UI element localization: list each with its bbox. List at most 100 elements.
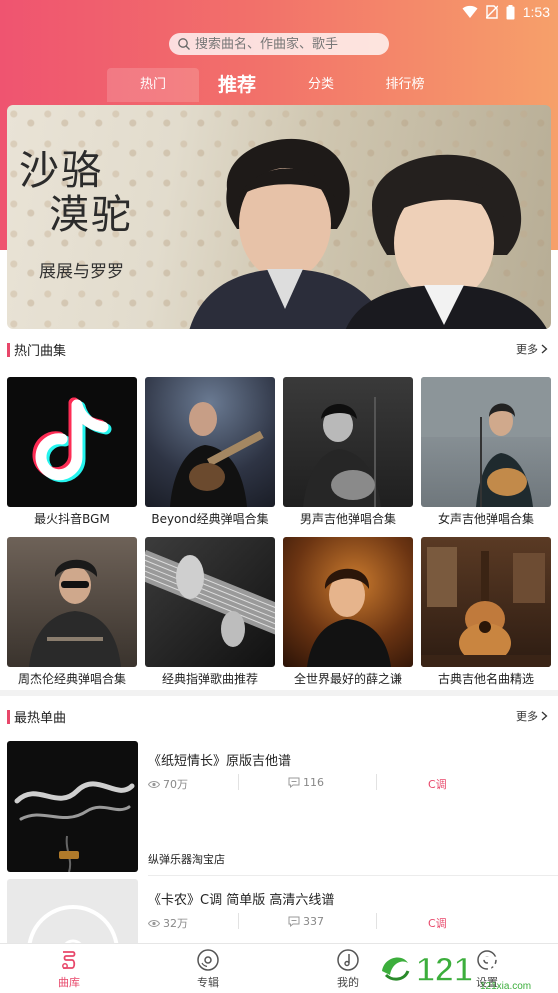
- collection-thumbnail: [283, 377, 413, 507]
- nav-label: 我的: [337, 976, 359, 989]
- banner-title-line1: 沙骆: [19, 148, 103, 194]
- tab-recommend[interactable]: 推荐: [210, 68, 264, 102]
- wifi-icon: [462, 5, 478, 18]
- nav-my[interactable]: 我的: [318, 948, 378, 990]
- more-link[interactable]: 更多: [516, 341, 548, 357]
- song-views-count: 32万: [163, 917, 188, 930]
- status-icons: 1:53: [462, 4, 550, 20]
- collection-thumbnail: [283, 537, 413, 667]
- fingerstyle-guitar-photo: [145, 549, 275, 647]
- eye-icon: [148, 919, 160, 927]
- banner-artist: 展展与罗罗: [39, 262, 124, 282]
- collection-card[interactable]: 男声吉他弹唱合集: [283, 377, 413, 527]
- my-icon: [337, 949, 359, 971]
- search-bar[interactable]: [169, 33, 389, 55]
- collection-label: Beyond经典弹唱合集: [151, 512, 269, 526]
- tab-ranking[interactable]: 排行榜: [378, 68, 432, 102]
- eye-icon: [148, 780, 160, 788]
- guitarist-photo: [303, 397, 381, 507]
- search-input[interactable]: [195, 36, 375, 52]
- chevron-right-icon: [541, 344, 548, 354]
- comment-icon: [288, 777, 300, 788]
- status-time: 1:53: [522, 4, 550, 20]
- collection-label: 女声吉他弹唱合集: [437, 512, 534, 526]
- song-views: 32万: [148, 915, 188, 931]
- more-label: 更多: [516, 343, 538, 356]
- song-cover-art: [14, 781, 135, 872]
- music-library-icon: [62, 951, 76, 969]
- more-link[interactable]: 更多: [516, 708, 548, 724]
- more-label: 更多: [516, 710, 538, 723]
- song-key: C调: [428, 917, 447, 930]
- collection-card[interactable]: 古典吉他名曲精选: [421, 537, 551, 687]
- nav-label: 曲库: [58, 976, 80, 989]
- singer-photo: [29, 559, 121, 667]
- album-icon: [197, 949, 219, 971]
- banner-title: 沙骆 漠驼: [19, 149, 133, 237]
- collection-card[interactable]: 经典指弹歌曲推荐: [145, 537, 275, 687]
- song-cover-art: [27, 905, 119, 943]
- list-divider: [148, 875, 558, 876]
- meta-separator: [238, 774, 239, 790]
- svg-text:121: 121: [416, 951, 473, 989]
- banner-title-line2: 漠驼: [49, 192, 133, 238]
- guitarist-photo: [170, 402, 264, 507]
- song-key: C调: [428, 778, 447, 791]
- song-title: 《纸短情长》原版吉他谱: [148, 754, 292, 769]
- svg-text:121xia.com: 121xia.com: [480, 981, 531, 992]
- song-list-item[interactable]: 《纸短情长》原版吉他谱 70万 116 C调 纵弹乐器淘宝店: [0, 741, 558, 876]
- collection-card[interactable]: 周杰伦经典弹唱合集: [7, 537, 137, 687]
- no-sim-icon: [485, 5, 498, 19]
- section-accent-bar: [7, 710, 10, 724]
- collection-card[interactable]: 全世界最好的薛之谦: [283, 537, 413, 687]
- nav-album[interactable]: 专辑: [178, 948, 238, 990]
- search-icon: [178, 38, 190, 50]
- collection-thumbnail: [7, 377, 137, 507]
- section-title: 最热单曲: [14, 711, 67, 726]
- song-comments-count: 116: [303, 776, 324, 789]
- section-divider: [0, 690, 558, 696]
- song-views-count: 70万: [163, 778, 188, 791]
- collection-label: 经典指弹歌曲推荐: [161, 672, 258, 686]
- collection-card[interactable]: 最火抖音BGM: [7, 377, 137, 527]
- collection-label: 周杰伦经典弹唱合集: [17, 672, 126, 686]
- song-source: 纵弹乐器淘宝店: [148, 853, 225, 866]
- comment-icon: [288, 916, 300, 927]
- collection-label: 最火抖音BGM: [34, 512, 110, 526]
- classical-guitar-photo: [421, 547, 551, 667]
- status-bar: 1:53: [0, 0, 558, 26]
- banner-person-right: [345, 154, 547, 329]
- song-comments: 337: [288, 915, 324, 928]
- collection-card[interactable]: Beyond经典弹唱合集: [145, 377, 275, 527]
- hot-singles-header: 最热单曲 更多: [0, 706, 558, 728]
- song-cover: [7, 741, 138, 872]
- song-views: 70万: [148, 776, 188, 792]
- chevron-right-icon: [541, 711, 548, 721]
- singer-photo: [307, 568, 391, 667]
- site-watermark-logo: 121 下载站 121xia.com: [374, 949, 541, 992]
- song-comments: 116: [288, 776, 324, 789]
- collection-thumbnail: [421, 537, 551, 667]
- tab-hot[interactable]: 热门: [107, 68, 199, 102]
- collection-thumbnail: [145, 377, 275, 507]
- nav-label: 专辑: [197, 976, 219, 989]
- song-meta: 70万 116 C调: [148, 774, 548, 792]
- section-title: 热门曲集: [14, 344, 67, 359]
- tab-category[interactable]: 分类: [296, 68, 346, 102]
- promo-banner[interactable]: 沙骆 漠驼 展展与罗罗: [7, 105, 551, 329]
- song-list-item[interactable]: 《卡农》C调 简单版 高清六线谱 32万 337 C调: [0, 879, 558, 943]
- collection-thumbnail: [421, 377, 551, 507]
- hot-collections-header: 热门曲集 更多: [0, 339, 558, 361]
- nav-music-library[interactable]: 曲库: [39, 948, 99, 990]
- meta-separator: [376, 774, 377, 790]
- song-meta: 32万 337 C调: [148, 913, 548, 931]
- svg-text:下载站: 下载站: [480, 954, 540, 978]
- collection-card[interactable]: 女声吉他弹唱合集: [421, 377, 551, 527]
- meta-separator: [238, 913, 239, 929]
- meta-separator: [376, 913, 377, 929]
- top-tabs: 热门 推荐 分类 排行榜: [0, 68, 558, 102]
- collection-thumbnail: [145, 537, 275, 667]
- song-title: 《卡农》C调 简单版 高清六线谱: [148, 893, 335, 908]
- collection-label: 男声吉他弹唱合集: [299, 512, 396, 526]
- collection-label: 全世界最好的薛之谦: [293, 672, 402, 686]
